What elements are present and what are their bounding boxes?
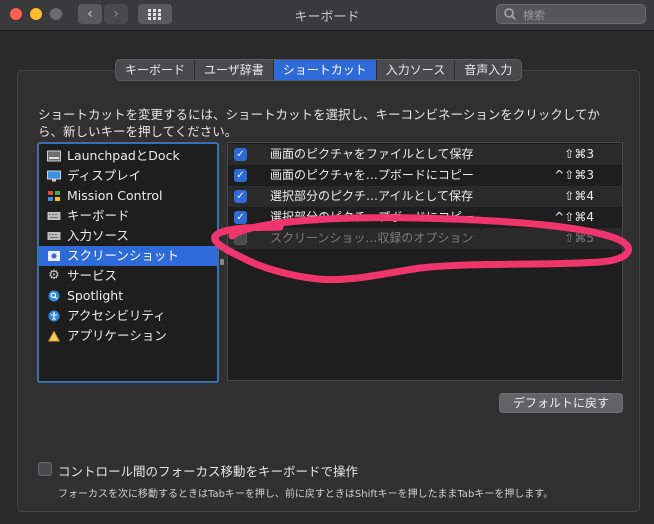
keyboard-navigation-label[interactable]: コントロール間のフォーカス移動をキーボードで操作 xyxy=(58,461,358,480)
input-source-icon xyxy=(47,230,61,242)
shortcut-enabled-checkbox[interactable]: ✓ xyxy=(234,148,247,161)
accessibility-icon xyxy=(47,310,61,322)
category-applications[interactable]: アプリケーション xyxy=(39,326,217,346)
shortcut-enabled-checkbox[interactable]: ✓ xyxy=(234,190,247,203)
keyboard-icon xyxy=(47,210,61,222)
shortcut-enabled-checkbox[interactable]: ✓ xyxy=(234,211,247,224)
shortcut-list[interactable]: ✓ 画面のピクチャをファイルとして保存 ⇧⌘3 ✓ 画面のピクチャを…プボードに… xyxy=(227,142,623,381)
instructions-text: ショートカットを変更するには、ショートカットを選択し、キーコンビネーションをクリ… xyxy=(38,107,600,139)
shortcut-key-combo[interactable]: ^⇧⌘3 xyxy=(554,165,594,186)
spotlight-icon xyxy=(47,290,61,302)
back-button[interactable]: ‹ xyxy=(78,4,102,24)
shortcut-key-combo[interactable]: ⇧⌘5 xyxy=(564,228,594,249)
shortcut-key-combo[interactable]: ⇧⌘4 xyxy=(564,186,594,207)
tab-user-dictionary[interactable]: ユーザ辞書 xyxy=(195,60,274,80)
category-launchpad-dock[interactable]: LaunchpadとDock xyxy=(39,146,217,166)
category-mission-control[interactable]: Mission Control xyxy=(39,186,217,206)
zoom-window-button[interactable] xyxy=(50,8,62,20)
search-icon xyxy=(504,8,517,21)
chevron-right-icon: › xyxy=(113,6,119,22)
tab-shortcuts[interactable]: ショートカット xyxy=(273,60,377,80)
category-input-sources[interactable]: 入力ソース xyxy=(39,226,217,246)
screenshot-icon xyxy=(47,250,61,262)
shortcut-row[interactable]: ✓ 画面のピクチャを…プボードにコピー ^⇧⌘3 xyxy=(228,165,622,186)
shortcut-key-combo[interactable]: ⇧⌘3 xyxy=(564,144,594,165)
shortcut-row[interactable]: ✓ 選択部分のピクチ…アイルとして保存 ⇧⌘4 xyxy=(228,186,622,207)
tab-input-sources[interactable]: 入力ソース xyxy=(377,60,456,80)
close-window-button[interactable] xyxy=(10,8,22,20)
shortcut-row[interactable]: スクリーンショッ…収録のオプション ⇧⌘5 xyxy=(228,228,622,249)
tab-bar: キーボード ユーザ辞書 ショートカット 入力ソース 音声入力 xyxy=(115,59,523,81)
restore-defaults-button[interactable]: デフォルトに戻す xyxy=(499,393,623,413)
category-screenshots[interactable]: スクリーンショット xyxy=(39,246,217,266)
keyboard-navigation-note: フォーカスを次に移動するときはTabキーを押し、前に戻すときはShiftキーを押… xyxy=(58,489,554,500)
launchpad-icon xyxy=(47,150,61,162)
keyboard-navigation-checkbox[interactable] xyxy=(38,462,52,476)
category-services[interactable]: ⚙ サービス xyxy=(39,266,217,286)
category-spotlight[interactable]: Spotlight xyxy=(39,286,217,306)
minimize-window-button[interactable] xyxy=(30,8,42,20)
gear-icon: ⚙ xyxy=(48,268,60,283)
shortcut-row[interactable]: ✓ 選択部分のピクチ…プボードにコピー ^⇧⌘4 xyxy=(228,207,622,228)
tab-dictation[interactable]: 音声入力 xyxy=(455,60,521,80)
category-accessibility[interactable]: アクセシビリティ xyxy=(39,306,217,326)
list-splitter-handle[interactable] xyxy=(220,259,224,265)
search-input[interactable] xyxy=(521,6,643,24)
category-keyboard[interactable]: キーボード xyxy=(39,206,217,226)
show-all-button[interactable] xyxy=(138,4,172,24)
display-icon xyxy=(47,170,61,182)
shortcut-enabled-checkbox[interactable] xyxy=(234,232,247,245)
category-list[interactable]: LaunchpadとDock ディスプレイ Mission Control キー… xyxy=(37,142,219,383)
apps-icon xyxy=(47,330,61,342)
search-field[interactable] xyxy=(496,4,646,24)
shortcut-enabled-checkbox[interactable]: ✓ xyxy=(234,169,247,182)
shortcut-key-combo[interactable]: ^⇧⌘4 xyxy=(554,207,594,228)
title-bar: ‹ › キーボード xyxy=(0,0,654,31)
shortcut-row[interactable]: ✓ 画面のピクチャをファイルとして保存 ⇧⌘3 xyxy=(228,144,622,165)
mission-control-icon xyxy=(47,190,61,202)
chevron-left-icon: ‹ xyxy=(87,6,93,22)
forward-button[interactable]: › xyxy=(104,4,128,24)
tab-keyboard[interactable]: キーボード xyxy=(116,60,196,80)
category-display[interactable]: ディスプレイ xyxy=(39,166,217,186)
